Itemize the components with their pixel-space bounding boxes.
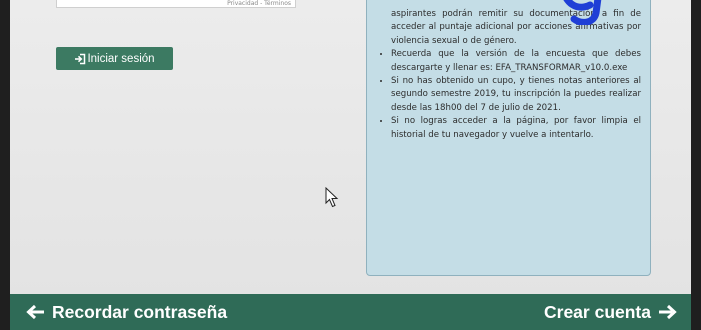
decorative-shape-icon: [563, 0, 602, 25]
create-account-link[interactable]: Crear cuenta: [544, 302, 677, 323]
remember-password-label: Recordar contraseña: [52, 301, 228, 322]
arrow-right-icon: [659, 304, 677, 320]
arrow-left-icon: [26, 304, 44, 320]
recaptcha-caption: Privacidad - Términos: [227, 0, 291, 7]
info-panel: aspirantes podrán remitir su documentaci…: [366, 0, 651, 276]
create-account-label: Crear cuenta: [544, 301, 651, 322]
info-item: Si no has obtenido un cupo, y tienes not…: [391, 75, 641, 115]
recaptcha-widget[interactable]: Privacidad - Términos: [56, 0, 296, 8]
page-content: Privacidad - Términos Iniciar sesión asp…: [10, 0, 691, 330]
login-button-label: Iniciar sesión: [87, 52, 155, 65]
mouse-cursor-icon: [325, 187, 339, 208]
info-item: Recuerda que la versión de la encuesta q…: [391, 48, 641, 75]
remember-password-link[interactable]: Recordar contraseña: [26, 302, 227, 323]
footer-bar: Recordar contraseña Crear cuenta: [10, 294, 691, 330]
info-item: Si no logras acceder a la página, por fa…: [391, 115, 641, 142]
sign-in-icon: [75, 53, 86, 64]
login-button[interactable]: Iniciar sesión: [56, 47, 173, 70]
info-list: aspirantes podrán remitir su documentaci…: [367, 8, 650, 142]
